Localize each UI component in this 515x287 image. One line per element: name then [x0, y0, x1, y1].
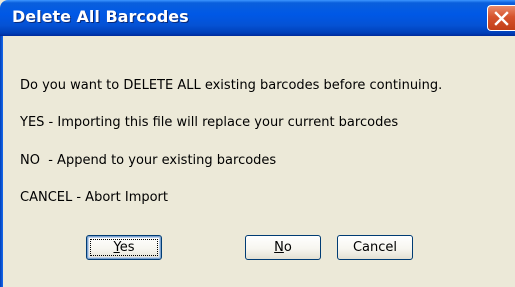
close-icon	[494, 11, 509, 26]
cancel-button-label: Cancel	[352, 240, 398, 255]
message-line-cancel: CANCEL - Abort Import	[20, 190, 169, 205]
message-line-no: NO - Append to your existing barcodes	[20, 153, 277, 168]
no-button[interactable]: No	[245, 235, 321, 260]
yes-button-label: Yes	[113, 240, 135, 255]
cancel-button[interactable]: Cancel	[337, 235, 413, 260]
yes-button[interactable]: Yes	[86, 235, 162, 260]
message-line-yes: YES - Importing this file will replace y…	[20, 115, 399, 130]
dialog-window: Delete All Barcodes Do you want to DELET…	[0, 0, 515, 287]
dialog-body: Do you want to DELETE ALL existing barco…	[3, 36, 515, 287]
title-bar[interactable]: Delete All Barcodes	[0, 0, 515, 36]
message-line-delete-all: Do you want to DELETE ALL existing barco…	[20, 78, 443, 93]
dialog-title: Delete All Barcodes	[12, 7, 189, 26]
close-button[interactable]	[487, 5, 515, 31]
no-button-label: No	[274, 240, 292, 255]
